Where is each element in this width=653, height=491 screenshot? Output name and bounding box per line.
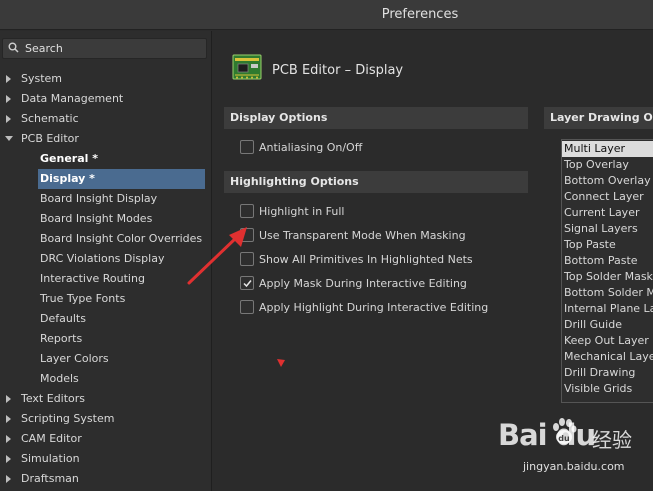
tree-item-layer-colors[interactable]: Layer Colors [38, 349, 208, 369]
list-item[interactable]: Keep Out Layer [562, 333, 653, 349]
tree-item-general[interactable]: General * [38, 149, 208, 169]
pcb-board-icon [232, 54, 262, 80]
tree-item-interactive-routing[interactable]: Interactive Routing [38, 269, 208, 289]
list-item[interactable]: Internal Plane Lay [562, 301, 653, 317]
section-header-highlighting-options: Highlighting Options [224, 171, 528, 193]
list-item[interactable]: Visible Grids [562, 381, 653, 397]
search-input[interactable]: Search [2, 38, 207, 59]
tree-item-scripting-system[interactable]: Scripting System [0, 409, 211, 429]
list-item[interactable]: Drill Drawing [562, 365, 653, 381]
tree-item-pcb-editor[interactable]: PCB Editor [0, 129, 211, 149]
paw-icon: du [553, 418, 577, 444]
list-item[interactable]: Mechanical Layers [562, 349, 653, 365]
checkbox[interactable] [240, 204, 254, 218]
chevron-right-icon[interactable] [6, 389, 14, 409]
layer-drawing-order-list[interactable]: Multi Layer Top Overlay Bottom Overlay C… [561, 139, 653, 403]
tree-item-models[interactable]: Models [38, 369, 208, 389]
checkbox[interactable] [240, 300, 254, 314]
list-item[interactable]: Current Layer [562, 205, 653, 221]
chevron-right-icon[interactable] [6, 89, 14, 109]
page-title: PCB Editor – Display [272, 63, 404, 78]
tree-item-simulation[interactable]: Simulation [0, 449, 211, 469]
chevron-right-icon[interactable] [6, 429, 14, 449]
window-title: Preferences [381, 7, 459, 22]
chevron-right-icon[interactable] [6, 409, 14, 429]
checkbox[interactable] [240, 140, 254, 154]
tree-item-true-type-fonts[interactable]: True Type Fonts [38, 289, 208, 309]
tree-item-defaults[interactable]: Defaults [38, 309, 208, 329]
tree-item-text-editors[interactable]: Text Editors [0, 389, 211, 409]
title-bar: Preferences [0, 0, 653, 30]
chevron-down-icon[interactable] [5, 129, 13, 149]
chevron-right-icon[interactable] [6, 469, 14, 489]
watermark-cn: 经验 [592, 428, 632, 452]
search-icon [8, 42, 19, 53]
checkbox-show-all-primitives[interactable]: Show All Primitives In Highlighted Nets [240, 252, 520, 270]
tree-item-drc-violations-display[interactable]: DRC Violations Display [38, 249, 208, 269]
tree-item-board-insight-modes[interactable]: Board Insight Modes [38, 209, 208, 229]
search-label: Search [25, 42, 63, 55]
annotation-marker-icon [277, 359, 285, 367]
list-item[interactable]: Bottom Overlay [562, 173, 653, 189]
chevron-right-icon[interactable] [6, 109, 14, 129]
checkbox-antialiasing[interactable]: Antialiasing On/Off [240, 140, 520, 158]
tree-item-draftsman[interactable]: Draftsman [0, 469, 211, 489]
checkbox-apply-mask[interactable]: Apply Mask During Interactive Editing [240, 276, 520, 294]
chevron-right-icon[interactable] [6, 69, 14, 89]
tree-item-data-management[interactable]: Data Management [0, 89, 211, 109]
sidebar: Search System Data Management Schematic … [0, 31, 212, 491]
list-item[interactable]: Top Solder Mask [562, 269, 653, 285]
tree-item-display[interactable]: Display * [38, 169, 205, 189]
tree-item-reports[interactable]: Reports [38, 329, 208, 349]
checkbox-apply-highlight[interactable]: Apply Highlight During Interactive Editi… [240, 300, 530, 318]
section-header-display-options: Display Options [224, 107, 528, 129]
svg-text:du: du [558, 434, 570, 443]
watermark-url: jingyan.baidu.com [523, 460, 625, 473]
list-item[interactable]: Bottom Paste [562, 253, 653, 269]
tree-item-schematic[interactable]: Schematic [0, 109, 211, 129]
tree-item-system[interactable]: System [0, 69, 211, 89]
list-item[interactable]: Top Overlay [562, 157, 653, 173]
list-item[interactable]: Top Paste [562, 237, 653, 253]
chevron-right-icon[interactable] [6, 449, 14, 469]
list-item[interactable]: Bottom Solder Ma [562, 285, 653, 301]
section-header-layer-drawing-order: Layer Drawing Orde [544, 107, 653, 129]
list-item[interactable]: Multi Layer [562, 141, 653, 157]
watermark-logo: Bai du [498, 418, 596, 452]
tree-item-board-insight-display[interactable]: Board Insight Display [38, 189, 208, 209]
watermark: Bai du du 经验 jingyan.baidu.com [475, 410, 650, 488]
tree-item-cam-editor[interactable]: CAM Editor [0, 429, 211, 449]
list-item[interactable]: Drill Guide [562, 317, 653, 333]
checkbox-use-transparent-mode[interactable]: Use Transparent Mode When Masking [240, 228, 520, 246]
annotation-arrow-icon [187, 227, 247, 285]
checkbox-highlight-in-full[interactable]: Highlight in Full [240, 204, 520, 222]
tree-item-board-insight-color-overrides[interactable]: Board Insight Color Overrides [38, 229, 208, 249]
list-item[interactable]: Signal Layers [562, 221, 653, 237]
list-item[interactable]: Connect Layer [562, 189, 653, 205]
